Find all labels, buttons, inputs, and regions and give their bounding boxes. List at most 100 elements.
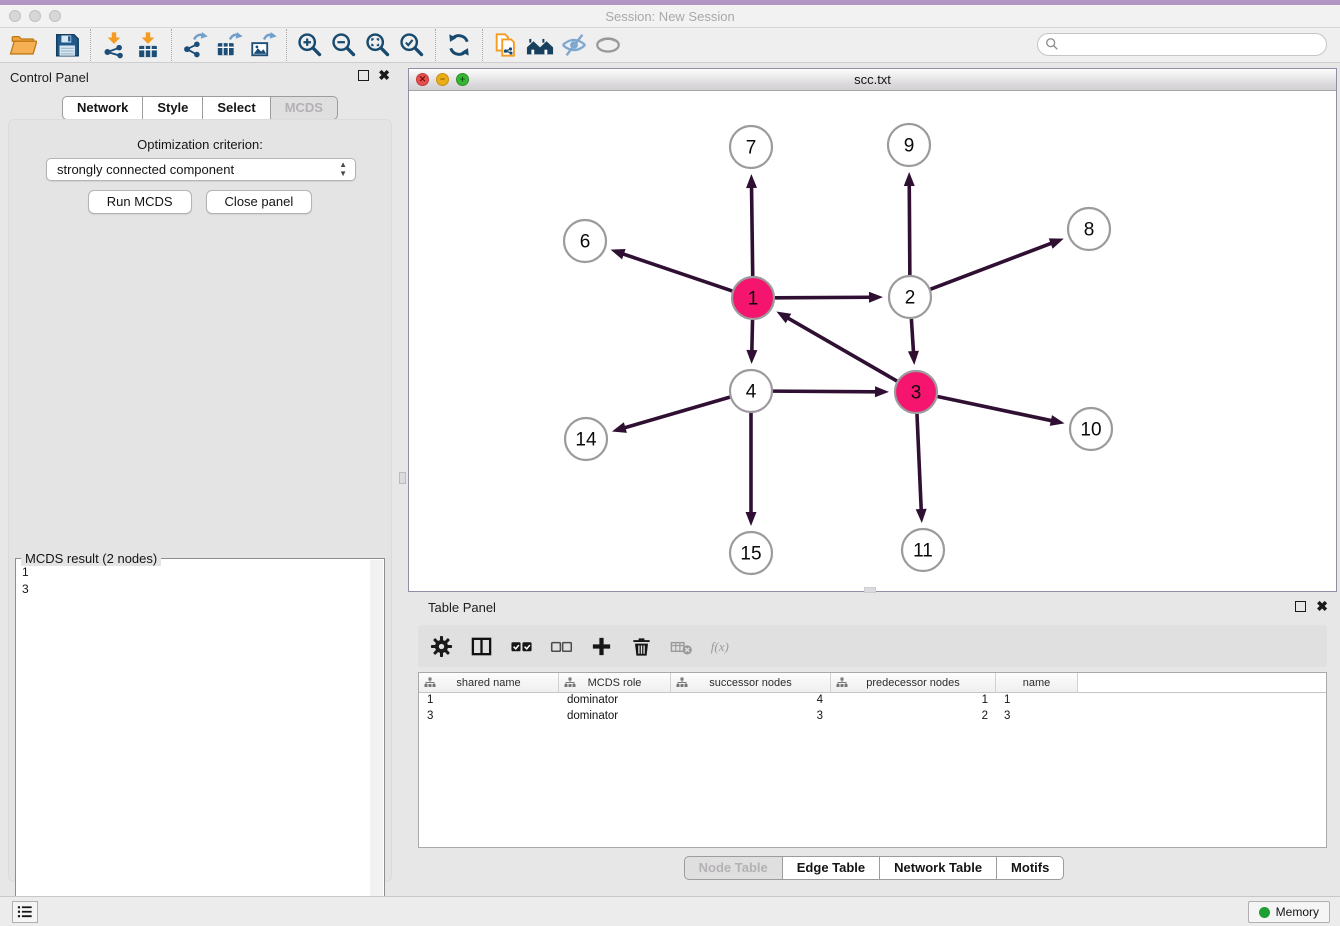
task-history-button[interactable] <box>12 901 38 923</box>
cell-0-2[interactable]: 4 <box>671 693 831 709</box>
float-table-panel-icon[interactable] <box>1295 601 1306 612</box>
show-all-networks-button[interactable] <box>523 29 557 61</box>
import-network-icon <box>100 31 128 59</box>
open-session-button[interactable] <box>6 29 40 61</box>
column-header-predecessor-nodes[interactable]: predecessor nodes <box>831 673 996 693</box>
network-window-title: scc.txt <box>409 72 1336 87</box>
table-panel: Table Panel ✖ <box>408 596 1340 896</box>
node-label-1: 1 <box>748 289 759 310</box>
save-session-button[interactable] <box>50 29 84 61</box>
float-panel-icon[interactable] <box>358 70 369 81</box>
add-column-button[interactable] <box>588 633 614 659</box>
clone-network-icon <box>492 31 520 59</box>
edge-2-9[interactable] <box>909 184 910 275</box>
import-table-icon <box>134 31 162 59</box>
cell-1-0[interactable]: 3 <box>419 709 559 725</box>
zoom-out-button[interactable] <box>327 29 361 61</box>
edge-1-7[interactable] <box>752 186 753 276</box>
delete-table-button[interactable] <box>668 633 694 659</box>
clone-network-button[interactable] <box>489 29 523 61</box>
vertical-splitter-handle[interactable] <box>399 472 406 484</box>
export-table-button[interactable] <box>212 29 246 61</box>
close-table-panel-icon[interactable]: ✖ <box>1316 601 1328 612</box>
edge-1-6[interactable] <box>622 254 732 291</box>
edge-4-14[interactable] <box>623 397 729 428</box>
plus-icon <box>590 635 613 658</box>
eye-slash-icon <box>560 31 588 59</box>
zoom-in-button[interactable] <box>293 29 327 61</box>
edge-3-10[interactable] <box>938 397 1053 421</box>
import-table-button[interactable] <box>131 29 165 61</box>
node-label-14: 14 <box>575 430 597 451</box>
edge-2-3[interactable] <box>911 319 913 353</box>
table-row[interactable]: 1dominator411 <box>419 693 1326 709</box>
main-toolbar <box>0 28 1340 63</box>
edge-2-8[interactable] <box>931 243 1053 289</box>
optimization-criterion-label: Optimization criterion: <box>9 137 391 152</box>
zoom-out-icon <box>330 31 358 59</box>
export-image-button[interactable] <box>246 29 280 61</box>
cell-0-3[interactable]: 1 <box>831 693 996 709</box>
tab-select[interactable]: Select <box>203 96 270 120</box>
cell-1-4[interactable]: 3 <box>996 709 1078 725</box>
select-all-button[interactable] <box>508 633 534 659</box>
gear-icon <box>430 635 453 658</box>
column-header-name[interactable]: name <box>996 673 1078 693</box>
result-scrollbar[interactable] <box>370 560 383 926</box>
memory-button[interactable]: Memory <box>1248 901 1330 923</box>
network-graph[interactable]: 7968124314101511 <box>409 91 1336 591</box>
close-panel-icon[interactable]: ✖ <box>378 70 390 81</box>
network-window-titlebar[interactable]: ✕ − + scc.txt <box>409 69 1336 91</box>
close-panel-button[interactable]: Close panel <box>206 190 313 214</box>
table-header-row: shared nameMCDS rolesuccessor nodesprede… <box>419 673 1326 693</box>
cell-0-4[interactable]: 1 <box>996 693 1078 709</box>
column-header-MCDS-role[interactable]: MCDS role <box>559 673 671 693</box>
show-graphics-details-button[interactable] <box>591 29 625 61</box>
tab-mcds[interactable]: MCDS <box>271 96 338 120</box>
criterion-dropdown[interactable]: strongly connected component ▲▼ <box>46 158 356 181</box>
function-builder-button[interactable]: f(x) <box>708 633 734 659</box>
tab-network[interactable]: Network <box>62 96 143 120</box>
run-mcds-button[interactable]: Run MCDS <box>88 190 192 214</box>
cell-1-1[interactable]: dominator <box>559 709 671 725</box>
node-table[interactable]: shared nameMCDS rolesuccessor nodesprede… <box>418 672 1327 848</box>
export-network-button[interactable] <box>178 29 212 61</box>
search-input[interactable] <box>1037 33 1327 56</box>
mcds-result-box: MCDS result (2 nodes) 1 3 <box>15 558 385 926</box>
import-network-button[interactable] <box>97 29 131 61</box>
edge-3-1[interactable] <box>787 317 897 381</box>
tab-motifs[interactable]: Motifs <box>997 856 1064 880</box>
cell-0-0[interactable]: 1 <box>419 693 559 709</box>
table-mode-button[interactable] <box>428 633 454 659</box>
cell-1-2[interactable]: 3 <box>671 709 831 725</box>
export-table-icon <box>215 31 243 59</box>
list-icon <box>16 904 34 920</box>
column-type-icon <box>424 677 436 688</box>
network-canvas[interactable]: 7968124314101511 <box>409 91 1336 591</box>
tab-node-table[interactable]: Node Table <box>684 856 783 880</box>
criterion-value: strongly connected component <box>57 162 234 177</box>
search-field-container <box>1037 33 1327 56</box>
table-row[interactable]: 3dominator323 <box>419 709 1326 725</box>
zoom-fit-button[interactable] <box>361 29 395 61</box>
horizontal-splitter-handle[interactable] <box>864 587 876 593</box>
deselect-all-button[interactable] <box>548 633 574 659</box>
edge-4-3[interactable] <box>773 391 877 392</box>
edge-1-4[interactable] <box>752 320 753 352</box>
column-header-successor-nodes[interactable]: successor nodes <box>671 673 831 693</box>
hide-graphics-details-button[interactable] <box>557 29 591 61</box>
home-double-icon <box>526 31 554 59</box>
tab-style[interactable]: Style <box>143 96 203 120</box>
edge-3-11[interactable] <box>917 414 921 511</box>
column-header-shared-name[interactable]: shared name <box>419 673 559 693</box>
cell-1-3[interactable]: 2 <box>831 709 996 725</box>
tab-edge-table[interactable]: Edge Table <box>783 856 880 880</box>
arrowhead-4-14 <box>612 422 627 433</box>
tab-network-table[interactable]: Network Table <box>880 856 997 880</box>
show-hide-columns-button[interactable] <box>468 633 494 659</box>
cell-0-1[interactable]: dominator <box>559 693 671 709</box>
delete-column-button[interactable] <box>628 633 654 659</box>
refresh-view-button[interactable] <box>442 29 476 61</box>
edge-1-2[interactable] <box>775 297 871 298</box>
zoom-selected-button[interactable] <box>395 29 429 61</box>
